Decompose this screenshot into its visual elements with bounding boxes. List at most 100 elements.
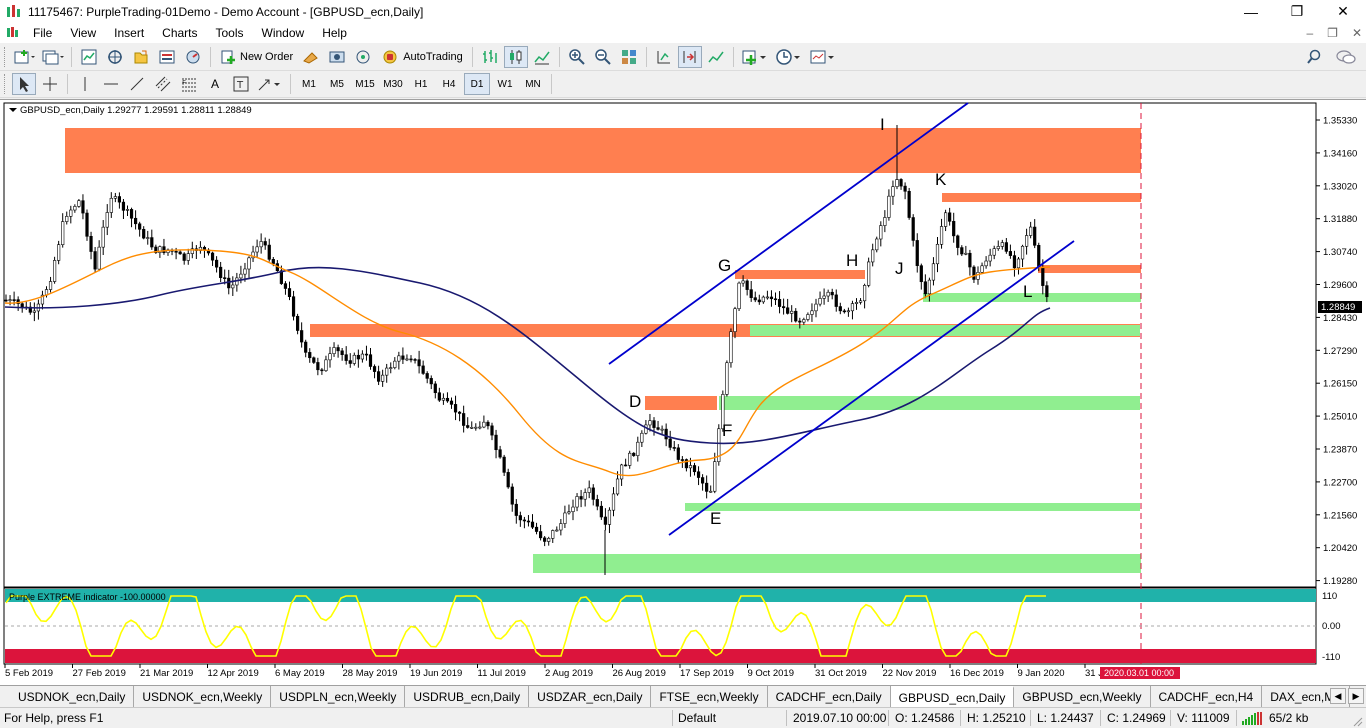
resize-grip-icon[interactable]	[1352, 716, 1363, 727]
zoom-out-icon[interactable]	[591, 46, 615, 68]
periods-clock-icon[interactable]	[773, 46, 805, 68]
toolbar-grip[interactable]	[4, 47, 7, 67]
new-chart-icon[interactable]	[12, 46, 38, 68]
candle-body	[247, 257, 251, 270]
candle-body	[97, 246, 101, 270]
mdi-close-button[interactable]: ✕	[1352, 26, 1362, 40]
fibonacci-icon[interactable]: F	[177, 73, 201, 95]
candle-body	[231, 284, 235, 289]
mdi-minimize-button[interactable]: ‒	[1306, 26, 1313, 40]
candle-body	[85, 212, 89, 237]
tab-usdnok-weekly[interactable]: USDNOK_ecn,Weekly	[134, 686, 272, 707]
menu-view[interactable]: View	[61, 26, 105, 40]
timeframe-m5[interactable]: M5	[324, 73, 350, 95]
date-tick-label: 12 Apr 2019	[208, 668, 259, 679]
candle-body	[344, 354, 348, 361]
candle-body	[385, 367, 389, 376]
auto-scroll-icon[interactable]	[652, 46, 676, 68]
status-close: C: 1.24969	[1107, 711, 1166, 725]
future-date-label: 2020.03.01 00:00	[1104, 668, 1174, 678]
date-tick-label: 9 Jan 2020	[1018, 668, 1065, 679]
signals-icon[interactable]	[325, 46, 349, 68]
candle-body	[988, 254, 992, 262]
candle-body	[935, 243, 940, 265]
templates-icon[interactable]	[807, 46, 839, 68]
tab-usdnok-daily[interactable]: USDNOK_ecn,Daily	[0, 686, 135, 707]
candle-body	[267, 244, 271, 260]
app-icon	[7, 4, 20, 17]
zoom-in-icon[interactable]	[565, 46, 589, 68]
menu-insert[interactable]: Insert	[105, 26, 153, 40]
vps-icon[interactable]	[351, 46, 375, 68]
text-tool-icon[interactable]: A	[203, 73, 227, 95]
toolbar-grip-2[interactable]	[4, 74, 7, 94]
candle-body	[599, 505, 603, 518]
horizontal-line-icon[interactable]	[99, 73, 123, 95]
timeframe-mn[interactable]: MN	[520, 73, 546, 95]
tile-windows-icon[interactable]	[617, 46, 641, 68]
timeframe-h4[interactable]: H4	[436, 73, 462, 95]
timeframe-w1[interactable]: W1	[492, 73, 518, 95]
tab-scroll-right-icon[interactable]: ▶	[1348, 688, 1364, 704]
date-tick-label: 31 Oct 2019	[815, 668, 867, 679]
new-order-button[interactable]: New Order	[216, 46, 297, 68]
terminal-icon[interactable]	[155, 46, 179, 68]
timeframe-h1[interactable]: H1	[408, 73, 434, 95]
bar-chart-icon[interactable]	[478, 46, 502, 68]
chart-shift-icon[interactable]	[677, 46, 702, 68]
mdi-restore-button[interactable]: ❐	[1327, 26, 1338, 40]
indicators-icon[interactable]	[704, 46, 728, 68]
auto-trading-button[interactable]: AutoTrading	[377, 46, 467, 68]
tab-cadchf-daily[interactable]: CADCHF_ecn,Daily	[768, 686, 891, 707]
maximize-button[interactable]: ❐	[1274, 0, 1320, 23]
tab-cadchf-h4[interactable]: CADCHF_ecn,H4	[1151, 686, 1263, 707]
annotation-l: L	[1023, 282, 1032, 301]
candle-body	[891, 186, 895, 197]
tab-usdzar-daily[interactable]: USDZAR_ecn,Daily	[529, 686, 652, 707]
strategy-tester-icon[interactable]	[181, 46, 205, 68]
add-indicator-icon[interactable]	[739, 46, 771, 68]
tab-usdrub-daily[interactable]: USDRUB_ecn,Daily	[405, 686, 530, 707]
vertical-line-icon[interactable]	[73, 73, 97, 95]
navigator-icon[interactable]	[129, 46, 153, 68]
chart-window[interactable]: I K G H J L D F E GBPUSD_ecn,Daily 1.292…	[0, 99, 1366, 685]
timeframe-m1[interactable]: M1	[296, 73, 322, 95]
minimize-button[interactable]: —	[1228, 0, 1274, 23]
market-watch-icon[interactable]	[77, 46, 101, 68]
chat-icon[interactable]	[1336, 49, 1356, 65]
cursor-icon[interactable]	[12, 73, 36, 95]
tab-gbpusd-weekly[interactable]: GBPUSD_ecn,Weekly	[1014, 686, 1151, 707]
menu-window[interactable]: Window	[253, 26, 314, 40]
metaeditor-icon[interactable]	[299, 46, 323, 68]
tab-ftse-weekly[interactable]: FTSE_ecn,Weekly	[651, 686, 768, 707]
crosshair-icon[interactable]	[38, 73, 62, 95]
text-label-icon[interactable]: T	[229, 73, 253, 95]
menu-help[interactable]: Help	[313, 26, 356, 40]
menu-file[interactable]: File	[24, 26, 61, 40]
search-icon[interactable]	[1306, 49, 1322, 65]
tab-scroll-left-icon[interactable]: ◀	[1330, 688, 1346, 704]
candle-body	[575, 496, 579, 508]
tab-usdpln-weekly[interactable]: USDPLN_ecn,Weekly	[271, 686, 406, 707]
tab-gbpusd-daily[interactable]: GBPUSD_ecn,Daily	[890, 686, 1015, 707]
trendline-icon[interactable]	[125, 73, 149, 95]
timeframe-m30[interactable]: M30	[380, 73, 406, 95]
candlestick-chart-icon[interactable]	[503, 46, 528, 68]
candle-body	[644, 424, 648, 434]
data-window-icon[interactable]	[103, 46, 127, 68]
menu-charts[interactable]: Charts	[153, 26, 206, 40]
candle-body	[482, 421, 486, 428]
candle-body	[887, 195, 891, 218]
auto-trading-icon	[383, 50, 397, 64]
close-button[interactable]: ✕	[1320, 0, 1366, 23]
timeframe-m15[interactable]: M15	[352, 73, 378, 95]
profiles-icon[interactable]	[40, 46, 66, 68]
menu-tools[interactable]: Tools	[207, 26, 253, 40]
price-tick-label: 1.31880	[1323, 214, 1357, 225]
equidistant-channel-icon[interactable]	[151, 73, 175, 95]
price-chart[interactable]: I K G H J L D F E GBPUSD_ecn,Daily 1.292…	[0, 100, 1366, 686]
arrows-dropdown-icon[interactable]	[255, 73, 285, 95]
timeframe-d1[interactable]: D1	[464, 73, 490, 95]
candle-body	[1033, 226, 1037, 246]
line-chart-icon[interactable]	[530, 46, 554, 68]
